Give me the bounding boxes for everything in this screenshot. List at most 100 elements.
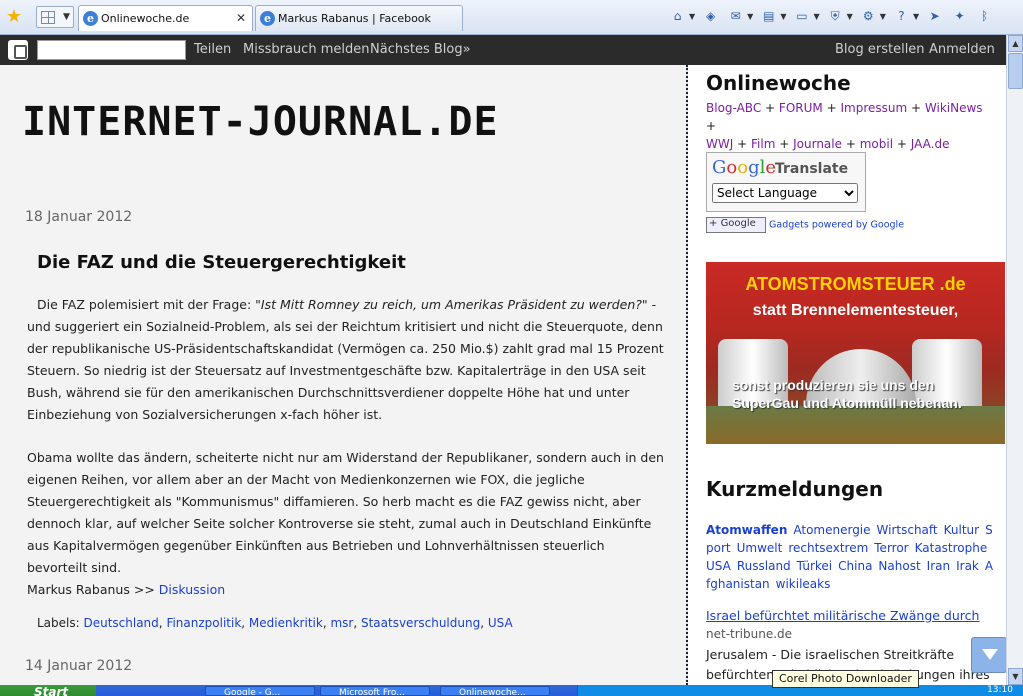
link-separator: +	[737, 137, 748, 151]
tag-link[interactable]: USA	[706, 559, 731, 573]
blog-search-input[interactable]	[37, 40, 186, 60]
post-title[interactable]: Die FAZ und die Steuergerechtigkeit	[37, 252, 406, 273]
close-tab-icon[interactable]: ✕	[236, 11, 246, 25]
mail-icon[interactable]: ✉	[726, 7, 745, 25]
add-to-google-button[interactable]: + Google	[706, 217, 766, 233]
share-link[interactable]: Teilen	[194, 42, 231, 57]
chevron-down-icon[interactable]: ▼	[63, 12, 70, 22]
tools-icon[interactable]: ⚙	[859, 7, 878, 25]
add-google-label: Google	[720, 218, 756, 229]
atomstromsteuer-banner[interactable]: ATOMSTROMSTEUER .de statt Brennelementes…	[706, 262, 1005, 444]
clock[interactable]: 13:10	[987, 685, 1013, 695]
blogger-logo-icon[interactable]	[8, 40, 28, 60]
scroll-down-button[interactable]	[971, 637, 1006, 673]
quick-tabs-icon	[41, 11, 55, 24]
research-icon[interactable]: ➤	[925, 7, 944, 25]
start-button[interactable]: Start	[0, 685, 96, 696]
news-section-title: Kurzmeldungen	[706, 477, 884, 501]
tag-link[interactable]: rechtsextrem	[788, 541, 868, 555]
tag-link[interactable]: Atomwaffen	[706, 523, 787, 537]
scrollbar-thumb[interactable]	[1008, 53, 1023, 89]
link-separator: +	[911, 101, 922, 115]
chevron-down-icon[interactable]: ▼	[913, 12, 919, 21]
label-link[interactable]: msr	[330, 616, 353, 630]
tag-link[interactable]: Nahost	[878, 559, 920, 573]
page-icon[interactable]: ▭	[792, 7, 811, 25]
create-blog-link[interactable]: Blog erstellen	[835, 42, 925, 57]
chevron-down-icon[interactable]: ▼	[747, 12, 753, 21]
translate-label: Translate	[775, 161, 849, 177]
favorites-star-icon[interactable]: ★	[6, 8, 24, 26]
tag-link[interactable]: Wirtschaft	[877, 523, 938, 537]
post-paragraph-1: Die FAZ polemisiert mit der Frage: "Ist …	[27, 294, 667, 426]
label-link[interactable]: Staatsverschuldung	[361, 616, 480, 630]
label-link[interactable]: USA	[488, 616, 513, 630]
chevron-down-icon[interactable]: ▼	[813, 12, 819, 21]
sidebar-link[interactable]: WikiNews	[925, 101, 983, 115]
banner-subline: statt Brennelementesteuer,	[752, 302, 959, 319]
sidebar-link[interactable]: Blog-ABC	[706, 101, 761, 115]
chevron-down-icon[interactable]: ▼	[880, 12, 886, 21]
discussion-link[interactable]: Diskussion	[159, 582, 225, 597]
bluetooth-icon[interactable]: ᛒ	[975, 7, 994, 25]
tag-link[interactable]: Katastrophe	[915, 541, 988, 555]
tag-link[interactable]: Umwelt	[737, 541, 783, 555]
post-date: 18 Januar 2012	[25, 209, 133, 225]
tab-label: Markus Rabanus | Facebook	[278, 12, 431, 25]
gadgets-powered-link[interactable]: Gadgets powered by Google	[769, 220, 904, 231]
sidebar-link[interactable]: Impressum	[840, 101, 907, 115]
home-icon[interactable]: ⌂	[668, 7, 687, 25]
next-blog-link[interactable]: Nächstes Blog»	[370, 42, 471, 57]
help-icon[interactable]: ?	[892, 7, 911, 25]
messenger-icon[interactable]: ✦	[950, 7, 969, 25]
tag-link[interactable]: China	[838, 559, 872, 573]
sidebar-link[interactable]: FORUM	[779, 101, 823, 115]
blog-title[interactable]: INTERNET-JOURNAL.DE	[22, 99, 499, 145]
news-headline-link[interactable]: Israel befürchtet militärische Zwänge du…	[706, 608, 979, 623]
sidebar-link[interactable]: JAA.de	[911, 137, 950, 151]
sidebar-link[interactable]: Journale	[793, 137, 842, 151]
chevron-down-icon[interactable]: ▼	[847, 12, 853, 21]
tag-link[interactable]: Kultur	[944, 523, 979, 537]
tab-onlinewoche[interactable]: e Onlinewoche.de ✕	[78, 5, 253, 31]
vertical-scrollbar[interactable]: ▲ ▼	[1006, 35, 1023, 685]
label-link[interactable]: Deutschland	[83, 616, 158, 630]
sidebar-link[interactable]: Film	[751, 137, 775, 151]
taskbar-item[interactable]: Onlinewoche...	[440, 686, 550, 696]
safety-icon[interactable]: ⛨	[826, 7, 845, 25]
tag-link[interactable]: Terror	[874, 541, 908, 555]
tray-tooltip: Corel Photo Downloader	[772, 670, 919, 688]
chevron-down-icon[interactable]: ▼	[689, 12, 695, 21]
label-link[interactable]: Finanzpolitik	[166, 616, 241, 630]
taskbar-item[interactable]: Google - G...	[205, 686, 315, 696]
tag-link[interactable]: Russland	[737, 559, 791, 573]
paragraph-text: - und suggeriert ein Sozialneid-Problem,…	[27, 297, 664, 422]
tab-facebook[interactable]: e Markus Rabanus | Facebook	[255, 5, 463, 31]
sidebar-link[interactable]: mobil	[860, 137, 893, 151]
gadgets-line: + Google Gadgets powered by Google	[706, 217, 904, 233]
news-source: net-tribune.de	[706, 627, 793, 641]
sidebar: Onlinewoche Blog-ABC + FORUM + Impressum…	[688, 65, 1006, 685]
language-select[interactable]: Select Language	[712, 183, 858, 203]
quick-tabs-button[interactable]: ▼	[36, 6, 74, 28]
quote-text: "Ist Mitt Romney zu reich, um Amerikas P…	[255, 297, 648, 312]
post-author-line: Markus Rabanus >> Diskussion	[27, 579, 667, 601]
taskbar-item[interactable]: Microsoft Fro...	[320, 686, 430, 696]
chevron-down-icon[interactable]: ▼	[780, 12, 786, 21]
scroll-up-arrow-icon[interactable]: ▲	[1008, 35, 1023, 52]
tag-link[interactable]: wikileaks	[776, 577, 831, 591]
feeds-icon[interactable]: ◈	[701, 7, 720, 25]
tag-link[interactable]: Iran	[927, 559, 950, 573]
report-abuse-link[interactable]: Missbrauch melden	[243, 42, 369, 57]
label-link[interactable]: Medienkritik	[249, 616, 323, 630]
scroll-down-arrow-icon[interactable]: ▼	[1008, 668, 1023, 685]
tag-link[interactable]: Atomenergie	[793, 523, 870, 537]
login-link[interactable]: Anmelden	[929, 42, 995, 57]
tag-link[interactable]: Türkei	[797, 559, 832, 573]
sidebar-link[interactable]: WWJ	[706, 137, 733, 151]
ie-icon: e	[83, 11, 98, 26]
link-separator: +	[845, 137, 856, 151]
tag-link[interactable]: Irak	[956, 559, 979, 573]
print-icon[interactable]: ▤	[759, 7, 778, 25]
link-separator: +	[765, 101, 776, 115]
